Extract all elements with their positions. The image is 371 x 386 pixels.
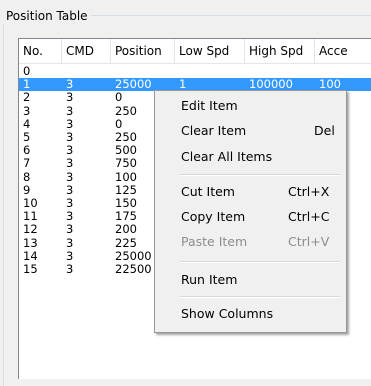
cell-cmd: 3 (66, 249, 74, 263)
cell-no: 6 (23, 144, 31, 158)
table-header: No. CMD Position Low Spd High Spd Acce (19, 39, 371, 64)
menu-item-edit-item[interactable]: Edit Item (155, 95, 344, 117)
column-header-acce[interactable]: Acce (315, 39, 371, 63)
cell-position: 175 (115, 210, 137, 224)
menu-separator (180, 174, 340, 176)
cell-no: 11 (23, 210, 38, 224)
cell-no: 13 (23, 236, 38, 250)
cell-no: 15 (23, 263, 38, 276)
cell-high-spd (247, 65, 249, 78)
menu-item-clear-all-items[interactable]: Clear All Items (155, 146, 344, 168)
menu-label: Copy Item (181, 209, 246, 224)
cell-cmd: 3 (66, 223, 74, 237)
cell-no: 12 (23, 223, 38, 237)
menu-shortcut: Ctrl+C (288, 209, 330, 224)
cell-no: 14 (23, 249, 38, 263)
menu-item-copy-item[interactable]: Copy Item Ctrl+C (155, 206, 344, 228)
table-row[interactable]: 0 (19, 65, 371, 78)
menu-shortcut: Ctrl+V (288, 234, 330, 249)
cell-no: 10 (23, 197, 38, 210)
menu-item-paste-item[interactable]: Paste Item Ctrl+V (155, 231, 344, 253)
menu-shortcut: Ctrl+X (288, 184, 330, 199)
menu-separator (180, 296, 340, 298)
cell-no: 3 (23, 104, 31, 118)
column-header-cmd[interactable]: CMD (62, 39, 111, 63)
cell-cmd: 3 (66, 78, 74, 92)
cell-position: 25000 (115, 249, 152, 263)
menu-item-show-columns[interactable]: Show Columns (155, 303, 344, 325)
cell-no: 7 (23, 157, 31, 171)
cell-position (113, 65, 115, 78)
cell-position: 0 (115, 117, 123, 131)
cell-cmd (64, 65, 66, 78)
cell-position: 750 (115, 157, 137, 171)
menu-item-run-item[interactable]: Run Item (155, 269, 344, 291)
cell-no: 8 (23, 170, 31, 184)
cell-cmd: 3 (66, 263, 74, 276)
cell-cmd: 3 (66, 117, 74, 131)
menu-item-cut-item[interactable]: Cut Item Ctrl+X (155, 181, 344, 203)
context-menu: Edit Item Clear Item Del Clear All Items… (154, 90, 347, 333)
cell-position: 125 (115, 183, 137, 197)
menu-label: Clear All Items (181, 149, 273, 164)
column-header-position[interactable]: Position (111, 39, 175, 63)
cell-position: 25000 (115, 78, 152, 92)
menu-label: Edit Item (181, 98, 238, 113)
cell-cmd: 3 (66, 157, 74, 171)
menu-label: Clear Item (181, 123, 247, 138)
cell-position: 250 (115, 131, 137, 144)
cell-cmd: 3 (66, 144, 74, 158)
cell-no: 5 (23, 131, 31, 144)
cell-position: 225 (115, 236, 137, 250)
cell-cmd: 3 (66, 236, 74, 250)
cell-cmd: 3 (66, 91, 74, 105)
cell-position: 250 (115, 104, 137, 118)
group-title: Position Table (3, 8, 91, 24)
cell-cmd: 3 (66, 210, 74, 224)
cell-no: 2 (23, 91, 31, 105)
menu-item-clear-item[interactable]: Clear Item Del (155, 120, 344, 142)
menu-label: Cut Item (181, 184, 235, 199)
column-header-high-spd[interactable]: High Spd (245, 39, 315, 63)
cell-no: 4 (23, 117, 31, 131)
cell-cmd: 3 (66, 183, 74, 197)
cell-no: 9 (23, 183, 31, 197)
column-header-no[interactable]: No. (19, 39, 62, 63)
cell-position: 22500 (115, 263, 152, 276)
cell-low-spd (177, 65, 179, 78)
column-header-low-spd[interactable]: Low Spd (175, 39, 245, 63)
cell-cmd: 3 (66, 104, 74, 118)
menu-shortcut: Del (314, 123, 335, 138)
cell-cmd: 3 (66, 170, 74, 184)
cell-position: 150 (115, 197, 137, 210)
cell-cmd: 3 (66, 131, 74, 144)
menu-separator (180, 261, 340, 263)
cell-acce (317, 65, 319, 78)
cell-position: 500 (115, 144, 137, 158)
menu-label: Run Item (181, 272, 238, 287)
menu-label: Show Columns (181, 306, 274, 321)
cell-position: 200 (115, 223, 137, 237)
cell-no: 0 (23, 65, 31, 78)
cell-position: 0 (115, 91, 123, 105)
menu-label: Paste Item (181, 234, 248, 249)
cell-no: 1 (23, 78, 31, 92)
cell-position: 100 (115, 170, 137, 184)
cell-cmd: 3 (66, 197, 74, 210)
